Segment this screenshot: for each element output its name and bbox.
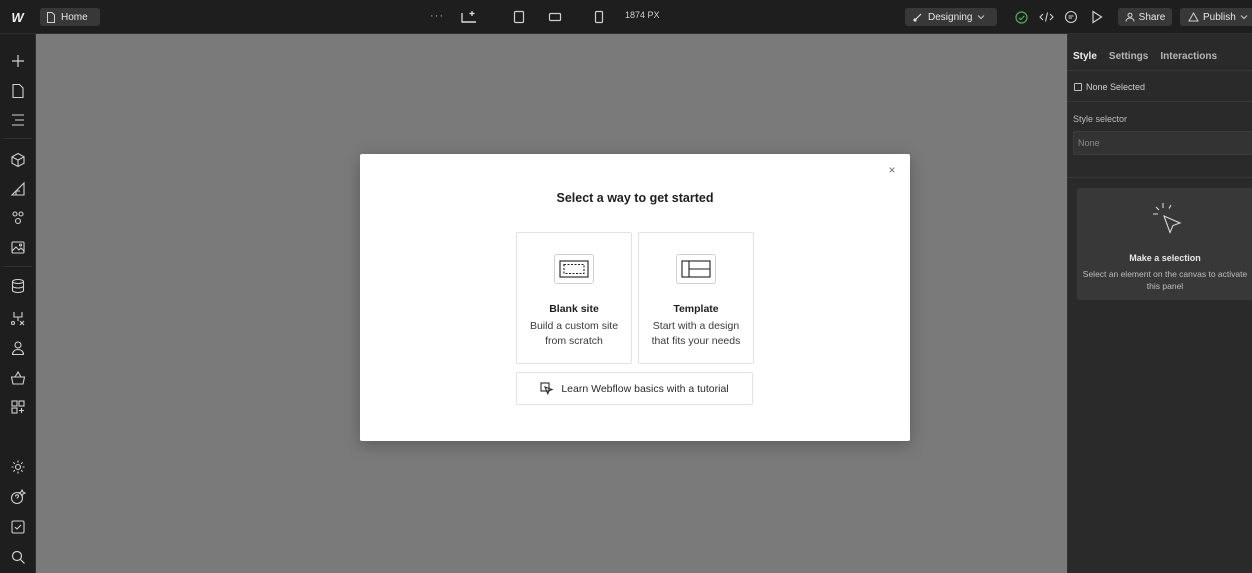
panel-divider xyxy=(1068,70,1252,71)
style-manager-icon[interactable] xyxy=(9,180,27,198)
help-icon[interactable] xyxy=(9,488,27,506)
variables-icon[interactable] xyxy=(9,209,27,227)
designer-mode-label: Designing xyxy=(928,11,973,23)
style-selector-label: Style selector xyxy=(1073,114,1128,124)
get-started-modal: × Select a way to get started Blank site… xyxy=(360,154,910,441)
tab-settings[interactable]: Settings xyxy=(1109,51,1148,62)
blank-site-icon xyxy=(554,254,594,284)
mobile-landscape-breakpoint-icon[interactable] xyxy=(546,9,564,25)
tab-interactions[interactable]: Interactions xyxy=(1160,51,1217,62)
components-icon[interactable] xyxy=(9,151,27,169)
saved-status-icon[interactable] xyxy=(1014,9,1028,25)
template-icon xyxy=(676,254,716,284)
style-selector-input[interactable]: None xyxy=(1073,131,1252,155)
empty-state-title: Make a selection xyxy=(1129,253,1201,263)
style-panel: Style Settings Interactions None Selecte… xyxy=(1067,34,1252,573)
empty-state-card: Make a selection Select an element on th… xyxy=(1077,188,1252,300)
tablet-breakpoint-icon[interactable] xyxy=(510,9,528,25)
share-button[interactable]: Share xyxy=(1118,8,1172,26)
comments-icon[interactable] xyxy=(1064,9,1078,25)
mobile-portrait-breakpoint-icon[interactable] xyxy=(590,9,608,25)
canvas-width-label: 1874 PX xyxy=(625,10,660,20)
modal-title: Select a way to get started xyxy=(556,191,714,205)
blank-site-card[interactable]: Blank site Build a custom site from scra… xyxy=(516,232,632,364)
more-options-icon[interactable]: ··· xyxy=(430,8,444,24)
add-elements-icon[interactable] xyxy=(9,52,27,70)
brush-icon xyxy=(913,12,923,22)
card-title: Template xyxy=(673,303,719,315)
webflow-logo[interactable]: W xyxy=(6,6,28,28)
card-title: Blank site xyxy=(549,303,599,315)
pages-icon[interactable] xyxy=(9,82,27,100)
audit-checklist-icon[interactable] xyxy=(9,518,27,536)
share-label: Share xyxy=(1138,11,1166,23)
selection-status-label: None Selected xyxy=(1086,82,1146,92)
panel-tabs: Style Settings Interactions xyxy=(1073,51,1217,62)
designer-mode-dropdown[interactable]: Designing xyxy=(905,8,997,26)
navigator-icon[interactable] xyxy=(9,111,27,129)
page-name: Home xyxy=(61,11,88,23)
panel-divider xyxy=(1068,177,1252,178)
sidebar-divider xyxy=(4,266,32,267)
publish-button[interactable]: Publish xyxy=(1180,8,1252,26)
cms-icon[interactable] xyxy=(9,277,27,295)
card-description: Build a custom site from scratch xyxy=(529,320,619,347)
panel-divider xyxy=(1068,101,1252,102)
close-icon[interactable]: × xyxy=(886,164,898,176)
tab-style[interactable]: Style xyxy=(1073,51,1097,62)
publish-label: Publish xyxy=(1203,11,1236,23)
empty-state-description: Select an element on the canvas to activ… xyxy=(1082,269,1248,291)
sidebar-divider xyxy=(4,138,32,139)
logic-icon[interactable] xyxy=(9,309,27,327)
selection-status: None Selected xyxy=(1074,82,1145,92)
selection-checkbox-icon xyxy=(1074,83,1082,91)
left-toolbar xyxy=(0,34,36,573)
top-toolbar: W Home ··· 1874 PX Designing Share Publi… xyxy=(0,0,1252,34)
chevron-down-icon xyxy=(1240,14,1248,20)
cursor-click-icon xyxy=(540,381,554,396)
settings-icon[interactable] xyxy=(9,458,27,476)
publish-icon xyxy=(1188,12,1199,22)
template-card[interactable]: Template Start with a design that fits y… xyxy=(638,232,754,364)
users-icon[interactable] xyxy=(9,339,27,357)
tutorial-label: Learn Webflow basics with a tutorial xyxy=(561,382,729,395)
card-description: Start with a design that fits your needs xyxy=(651,320,741,347)
cursor-select-icon xyxy=(1149,200,1183,242)
user-icon xyxy=(1125,12,1135,22)
apps-icon[interactable] xyxy=(9,398,27,416)
assets-icon[interactable] xyxy=(9,238,27,256)
ecommerce-icon[interactable] xyxy=(9,369,27,387)
page-icon xyxy=(46,11,56,23)
search-icon[interactable] xyxy=(9,548,27,566)
page-selector[interactable]: Home xyxy=(40,8,100,26)
preview-icon[interactable] xyxy=(1090,9,1104,25)
tutorial-button[interactable]: Learn Webflow basics with a tutorial xyxy=(516,372,753,405)
chevron-down-icon xyxy=(977,14,985,20)
code-icon[interactable] xyxy=(1038,9,1054,25)
desktop-breakpoint-icon[interactable] xyxy=(460,9,478,25)
